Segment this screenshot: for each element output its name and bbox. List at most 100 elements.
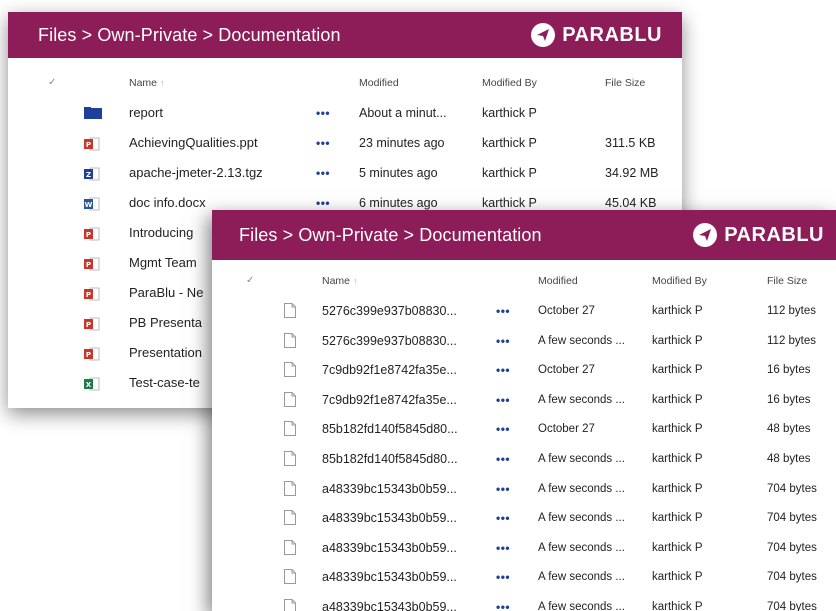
file-name[interactable]: Presentation [129,338,202,368]
file-name[interactable]: doc info.docx [129,188,206,218]
file-modified-by: karthick P [652,482,703,495]
front-select-all-check[interactable]: ✓ [246,266,254,296]
back-brand-logo: PARABLU [530,12,662,58]
file-modified-by: karthick P [652,393,703,406]
front-col-modified-by[interactable]: Modified By [652,266,707,296]
table-row[interactable]: 5276c399e937b08830... ••• October 27 karthi… [212,296,836,326]
more-options-icon[interactable]: ••• [316,158,330,188]
file-size: 48 bytes [767,452,811,465]
file-modified-by: karthick P [652,334,703,347]
file-modified: A few seconds ... [538,541,625,554]
file-name[interactable]: 7c9db92f1e8742fa35e... [322,355,457,385]
front-breadcrumb[interactable]: Files > Own-Private > Documentation [239,210,542,260]
table-row[interactable]: report ••• About a minut... karthick P [8,98,682,128]
powerpoint-file-icon: P [84,257,100,274]
file-size: 311.5 KB [605,136,656,150]
table-row[interactable]: a48339bc15343b0b59... ••• A few seconds ..… [212,474,836,504]
file-modified-by: karthick P [652,541,703,554]
front-window-header: Files > Own-Private > Documentation PARA… [212,210,836,260]
more-options-icon[interactable]: ••• [496,296,510,326]
more-options-icon[interactable]: ••• [496,385,510,415]
file-name[interactable]: 85b182fd140f5845d80... [322,414,458,444]
table-row[interactable]: P AchievingQualities.ppt ••• 23 minutes ago… [8,128,682,158]
more-options-icon[interactable]: ••• [496,444,510,474]
back-col-modified[interactable]: Modified [359,68,399,98]
powerpoint-file-icon: P [84,347,100,364]
file-name[interactable]: 85b182fd140f5845d80... [322,444,458,474]
back-col-file-size[interactable]: File Size [605,68,645,98]
more-options-icon[interactable]: ••• [496,592,510,611]
file-size: 48 bytes [767,423,811,436]
back-select-all-check[interactable]: ✓ [48,68,56,98]
file-size: 112 bytes [767,334,817,347]
file-name[interactable]: 7c9db92f1e8742fa35e... [322,385,457,415]
front-col-modified[interactable]: Modified [538,266,578,296]
table-row[interactable]: Zapache-jmeter-2.13.tgz ••• 5 minutes ago k… [8,158,682,188]
back-brand-text: PARABLU [562,23,662,46]
file-name[interactable]: Introducing [129,218,193,248]
more-options-icon[interactable]: ••• [316,128,330,158]
more-options-icon[interactable]: ••• [316,98,330,128]
file-name[interactable]: a48339bc15343b0b59... [322,533,457,563]
svg-text:P: P [86,321,91,329]
more-options-icon[interactable]: ••• [496,533,510,563]
more-options-icon[interactable]: ••• [496,474,510,504]
file-modified: A few seconds ... [538,512,625,525]
file-name[interactable]: PB Presenta [129,308,202,338]
file-name[interactable]: a48339bc15343b0b59... [322,474,457,504]
more-options-icon[interactable]: ••• [496,414,510,444]
document-icon [284,480,296,499]
file-size: 112 bytes [767,305,817,317]
file-name[interactable]: AchievingQualities.ppt [129,128,258,158]
document-icon [284,450,296,469]
more-options-icon[interactable]: ••• [496,355,510,385]
document-icon [284,421,296,439]
table-row[interactable]: 7c9db92f1e8742fa35e... ••• A few seconds .… [212,385,836,415]
front-file-list: 5276c399e937b08830... ••• October 27 karthi… [212,296,836,611]
file-modified: 5 minutes ago [359,166,438,180]
file-name[interactable]: Mgmt Team [129,248,197,278]
folder-icon [84,107,102,122]
file-size: 16 bytes [767,393,811,406]
back-table-header: ✓ Name ↑ Modified Modified By File Size [8,68,682,98]
powerpoint-file-icon: P [84,317,100,334]
file-name[interactable]: 5276c399e937b08830... [322,296,457,326]
word-file-icon: W [84,197,100,214]
table-row[interactable]: 7c9db92f1e8742fa35e... ••• October 27 karth… [212,355,836,385]
front-col-file-size[interactable]: File Size [767,266,807,296]
table-row[interactable]: a48339bc15343b0b59... ••• A few seconds ..… [212,533,836,563]
file-name[interactable]: a48339bc15343b0b59... [322,503,457,533]
file-name[interactable]: ParaBlu - Ne [129,278,203,308]
table-row[interactable]: 5276c399e937b08830... ••• A few seconds ..… [212,326,836,356]
back-breadcrumb[interactable]: Files > Own-Private > Documentation [38,12,341,58]
file-name[interactable]: a48339bc15343b0b59... [322,592,457,611]
powerpoint-file-icon: P [84,227,100,244]
file-modified-by: karthick P [482,166,537,180]
front-col-name[interactable]: Name ↑ [322,266,357,296]
parablu-logo-icon [531,23,556,47]
file-name[interactable]: apache-jmeter-2.13.tgz [129,158,263,188]
file-modified: A few seconds ... [538,600,625,611]
file-modified-by: karthick P [652,571,703,584]
more-options-icon[interactable]: ••• [496,503,510,533]
table-row[interactable]: 85b182fd140f5845d80... ••• A few seconds .… [212,444,836,474]
more-options-icon[interactable]: ••• [496,326,510,356]
file-name[interactable]: a48339bc15343b0b59... [322,562,457,592]
file-name[interactable]: 5276c399e937b08830... [322,326,457,356]
document-icon [284,569,296,587]
back-col-modified-by[interactable]: Modified By [482,68,537,98]
file-size: 704 bytes [767,600,817,611]
file-name[interactable]: report [129,98,163,128]
file-modified: A few seconds ... [538,571,625,584]
table-row[interactable]: a48339bc15343b0b59... ••• A few seconds ..… [212,562,836,592]
svg-text:P: P [86,261,91,269]
document-icon [284,510,296,528]
svg-text:P: P [86,141,91,149]
more-options-icon[interactable]: ••• [496,562,510,592]
file-name[interactable]: Test-case-te [129,368,200,398]
back-col-name[interactable]: Name ↑ [129,68,164,98]
table-row[interactable]: a48339bc15343b0b59... ••• A few seconds ..… [212,503,836,533]
table-row[interactable]: a48339bc15343b0b59... ••• A few seconds ..… [212,592,836,611]
file-modified-by: karthick P [482,106,537,120]
table-row[interactable]: 85b182fd140f5845d80... ••• October 27 karth… [212,414,836,444]
